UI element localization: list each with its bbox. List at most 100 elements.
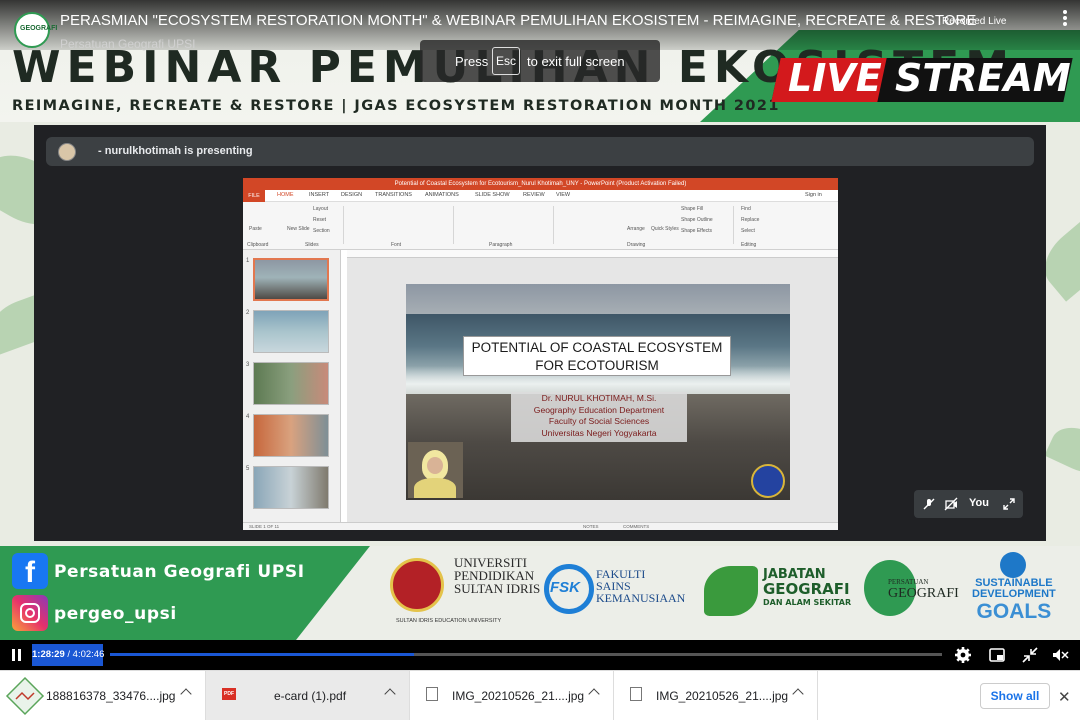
download-item[interactable]: IMG_20210526_21....jpg bbox=[410, 671, 614, 720]
pp-ribbon-tabs: FILE HOME INSERT DESIGN TRANSITIONS ANIM… bbox=[243, 190, 838, 202]
pp-tab-home: HOME bbox=[277, 192, 294, 198]
current-slide: POTENTIAL OF COASTAL ECOSYSTEM FOR ECOTO… bbox=[406, 284, 790, 500]
screen: WEBINAR PEMULIHAN EKOSISTEM REIMAGINE, R… bbox=[0, 0, 1080, 720]
time-display: 1:28:29 / 4:02:46 bbox=[32, 644, 105, 666]
pause-icon[interactable] bbox=[12, 649, 22, 661]
download-item[interactable]: 188816378_33476....jpg bbox=[0, 671, 206, 720]
pp-tab-animations: ANIMATIONS bbox=[425, 192, 459, 198]
download-filename: IMG_20210526_21....jpg bbox=[656, 689, 789, 703]
jgas-logo-text: JABATAN GEOGRAFI DAN ALAM SEKITAR bbox=[763, 567, 852, 608]
miniplayer-icon[interactable] bbox=[988, 646, 1006, 664]
pdf-file-icon: PDF bbox=[222, 688, 236, 700]
thumb-number: 1 bbox=[246, 258, 250, 264]
pp-find: Find bbox=[741, 206, 751, 212]
sponsor-banner: f Persatuan Geografi UPSI pergeo_upsi UN… bbox=[0, 546, 1080, 640]
pp-tab-review: REVIEW bbox=[523, 192, 545, 198]
slide-university: Universitas Negeri Yogyakarta bbox=[541, 427, 657, 438]
image-file-icon bbox=[630, 687, 642, 701]
pp-ruler bbox=[347, 250, 838, 258]
volume-muted-icon[interactable] bbox=[1051, 646, 1069, 664]
thumb-number: 2 bbox=[246, 310, 250, 316]
speaker-video-tile bbox=[408, 442, 463, 498]
self-label: You bbox=[969, 497, 989, 509]
self-view-chip: You bbox=[914, 490, 1023, 518]
pp-tab-transitions: TRANSITIONS bbox=[375, 192, 412, 198]
slide-department: Geography Education Department bbox=[533, 404, 665, 415]
slide-thumbnail bbox=[253, 310, 329, 353]
slide-thumbnail bbox=[253, 362, 329, 405]
upsi-crest-logo bbox=[390, 558, 444, 612]
close-download-bar-icon[interactable]: ✕ bbox=[1058, 688, 1071, 706]
more-options-icon[interactable] bbox=[1058, 8, 1072, 30]
chevron-up-icon[interactable] bbox=[792, 688, 804, 700]
upsi-logo-text: UNIVERSITI PENDIDIKAN SULTAN IDRIS bbox=[454, 555, 541, 596]
video-player[interactable]: WEBINAR PEMULIHAN EKOSISTEM REIMAGINE, R… bbox=[0, 0, 1080, 640]
channel-name[interactable]: Persatuan Geografi UPSI bbox=[60, 37, 195, 51]
expand-icon[interactable] bbox=[1002, 497, 1016, 511]
pp-slide-thumbnails: 1 2 3 4 5 bbox=[243, 250, 341, 522]
current-time: 1:28:29 bbox=[32, 649, 65, 660]
image-file-icon bbox=[426, 687, 438, 701]
camera-off-icon[interactable] bbox=[944, 497, 958, 511]
un-emblem-logo bbox=[1000, 552, 1026, 578]
slide-author: Dr. NURUL KHOTIMAH, M.Si. bbox=[541, 393, 657, 403]
chevron-up-icon[interactable] bbox=[588, 688, 600, 700]
channel-avatar-text: GEOGRAFI bbox=[20, 25, 58, 32]
pp-shape-effects: Shape Effects bbox=[681, 228, 713, 234]
pp-tab-file: FILE bbox=[243, 190, 265, 202]
fsk-mark: FSK bbox=[550, 579, 580, 596]
pp-group-font: Font bbox=[391, 242, 402, 248]
pp-notes: NOTES bbox=[583, 524, 599, 529]
pp-arrange: Arrange bbox=[627, 226, 645, 232]
slide-author-block: Dr. NURUL KHOTIMAH, M.Si. Geography Educ… bbox=[511, 392, 687, 442]
thumb-number: 5 bbox=[246, 466, 250, 472]
slide-title-line: FOR ECOTOURISM bbox=[535, 358, 659, 373]
pp-section: Section bbox=[313, 228, 330, 234]
instagram-icon bbox=[12, 595, 48, 631]
pp-tab-insert: INSERT bbox=[309, 192, 330, 198]
pp-slide-count: SLIDE 1 OF 11 bbox=[249, 524, 280, 529]
banner-green-panel bbox=[0, 546, 370, 640]
download-item[interactable]: PDF e-card (1).pdf bbox=[206, 671, 410, 720]
channel-avatar[interactable]: GEOGRAFI bbox=[14, 12, 57, 48]
presenting-label: - nurulkhotimah is presenting bbox=[98, 145, 253, 157]
live-stream-label: LIVE STREAM bbox=[788, 56, 1071, 100]
leaf-decoration bbox=[1044, 419, 1080, 481]
show-all-button[interactable]: Show all bbox=[980, 683, 1050, 709]
download-item[interactable]: IMG_20210526_21....jpg bbox=[614, 671, 818, 720]
pergeo-logo-text: PERSATUAN GEOGRAFI bbox=[888, 578, 959, 601]
upsi-caption: SULTAN IDRIS EDUCATION UNIVERSITY bbox=[396, 618, 502, 624]
meet-presentation: - nurulkhotimah is presenting Potential … bbox=[34, 125, 1046, 541]
pp-sign-in: Sign in bbox=[805, 192, 822, 198]
hint-text: to exit full screen bbox=[527, 54, 625, 69]
slide-sky bbox=[406, 284, 790, 318]
seek-bar-progress bbox=[110, 653, 414, 656]
pp-shape-fill: Shape Fill bbox=[681, 206, 704, 212]
hint-press: Press bbox=[455, 54, 489, 69]
pp-group-paragraph: Paragraph bbox=[489, 242, 513, 248]
chevron-up-icon[interactable] bbox=[180, 688, 192, 700]
uny-logo bbox=[751, 464, 785, 498]
duration: 4:02:46 bbox=[72, 649, 105, 660]
pp-group-clipboard: Clipboard bbox=[247, 242, 269, 248]
seek-bar[interactable] bbox=[110, 653, 942, 656]
slide-thumbnail bbox=[253, 414, 329, 457]
download-filename: 188816378_33476....jpg bbox=[46, 689, 176, 703]
download-bar: 188816378_33476....jpg PDF e-card (1).pd… bbox=[0, 670, 1080, 720]
esc-key: Esc bbox=[492, 47, 520, 75]
time-separator: / bbox=[64, 649, 73, 660]
exit-fullscreen-icon[interactable] bbox=[1021, 646, 1039, 664]
settings-gear-icon[interactable] bbox=[954, 646, 972, 664]
pp-group-slides: Slides bbox=[305, 242, 319, 248]
chevron-up-icon[interactable] bbox=[384, 688, 396, 700]
mic-off-icon[interactable] bbox=[922, 497, 936, 511]
pp-group-editing: Editing bbox=[741, 242, 757, 248]
video-title[interactable]: PERASMIAN "ECOSYSTEM RESTORATION MONTH" … bbox=[60, 12, 976, 29]
facebook-icon: f bbox=[12, 553, 48, 589]
image-file-icon bbox=[5, 676, 45, 716]
webinar-subtitle: REIMAGINE, RECREATE & RESTORE | JGAS ECO… bbox=[12, 98, 780, 114]
fsk-logo-text: FAKULTI SAINS KEMANUSIAAN bbox=[596, 567, 686, 605]
pp-replace: Replace bbox=[741, 217, 760, 223]
pp-select: Select bbox=[741, 228, 755, 234]
pp-paste: Paste bbox=[249, 226, 262, 232]
